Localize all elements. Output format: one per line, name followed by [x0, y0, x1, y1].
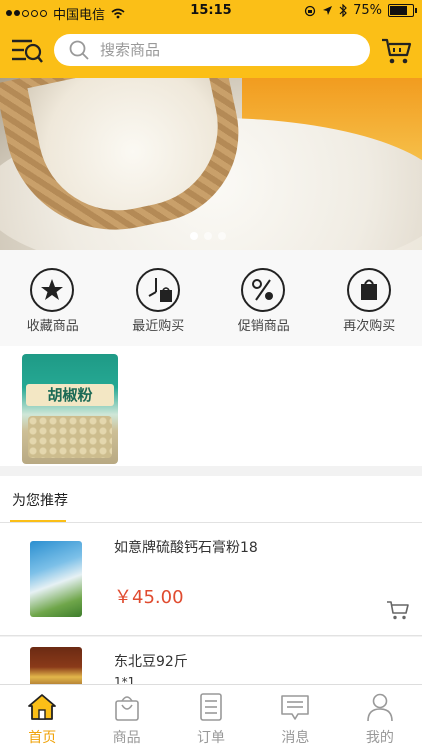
tab-bar: 首页 商品 订单 消息 我的 [0, 684, 422, 751]
battery-icon [388, 4, 414, 17]
user-icon [364, 691, 396, 723]
promo-product-image[interactable]: 胡椒粉 [22, 354, 118, 464]
package-text: 胡椒粉 [26, 384, 114, 406]
quick-label: 最近购买 [106, 315, 212, 334]
cart-icon[interactable] [380, 36, 412, 66]
tab-label: 我的 [338, 727, 422, 747]
recommend-header: 为您推荐 [0, 476, 422, 523]
search-input[interactable] [98, 40, 352, 60]
add-to-cart-icon[interactable] [386, 599, 410, 621]
tab-products[interactable]: 商品 [84, 685, 168, 751]
carousel-indicator [190, 232, 226, 240]
promo-section: 胡椒粉 [0, 346, 422, 466]
product-image [30, 541, 82, 617]
product-item[interactable]: 东北豆92斤 1*1 [0, 637, 422, 684]
tab-label: 首页 [0, 727, 84, 747]
search-bar[interactable] [54, 34, 370, 66]
battery-percent: 75% [353, 3, 382, 18]
recommend-underline [10, 520, 66, 522]
carousel-dot[interactable] [204, 232, 212, 240]
tab-orders[interactable]: 订单 [169, 685, 253, 751]
location-icon [322, 5, 333, 16]
bluetooth-icon [339, 4, 347, 17]
quick-label: 收藏商品 [0, 315, 106, 334]
tab-label: 消息 [253, 727, 337, 747]
quick-rebuy[interactable]: 再次购买 [317, 250, 422, 346]
beans-graphic [28, 416, 112, 458]
tab-label: 商品 [84, 727, 168, 747]
tab-label: 订单 [169, 727, 253, 747]
tab-home[interactable]: 首页 [0, 685, 84, 751]
bag-icon [111, 691, 143, 723]
banner-carousel[interactable] [0, 78, 422, 250]
product-name: 东北豆92斤 [114, 651, 188, 671]
quick-actions: 收藏商品 最近购买 促销商品 再次购买 [0, 250, 422, 346]
quick-label: 促销商品 [211, 315, 317, 334]
percent-icon [241, 268, 285, 312]
quick-favorites[interactable]: 收藏商品 [0, 250, 106, 346]
quick-label: 再次购买 [317, 315, 422, 334]
product-image [30, 647, 82, 684]
quick-promotions[interactable]: 促销商品 [211, 250, 317, 346]
tab-messages[interactable]: 消息 [253, 685, 337, 751]
shopping-bag-icon [347, 268, 391, 312]
clock-bag-icon [136, 268, 180, 312]
home-icon [26, 691, 58, 723]
status-bar: 中国电信 15:15 75% [0, 0, 422, 24]
product-price: ￥45.00 [114, 583, 184, 609]
star-icon [30, 268, 74, 312]
tab-profile[interactable]: 我的 [338, 685, 422, 751]
package-label: 胡椒粉 [26, 384, 114, 406]
product-spec: 1*1 [114, 675, 135, 684]
order-icon [195, 691, 227, 723]
product-name: 如意牌硫酸钙石膏粉18 [114, 537, 258, 557]
top-bar [0, 24, 422, 78]
carousel-dot[interactable] [190, 232, 198, 240]
message-icon [279, 691, 311, 723]
category-menu-icon[interactable] [10, 36, 44, 66]
product-item[interactable]: 如意牌硫酸钙石膏粉18 ￥45.00 [0, 523, 422, 636]
quick-recent[interactable]: 最近购买 [106, 250, 212, 346]
recommend-title: 为您推荐 [12, 490, 68, 510]
carousel-dot[interactable] [218, 232, 226, 240]
status-right: 75% [304, 3, 414, 18]
search-icon [68, 39, 90, 61]
rotation-lock-icon [304, 5, 316, 17]
